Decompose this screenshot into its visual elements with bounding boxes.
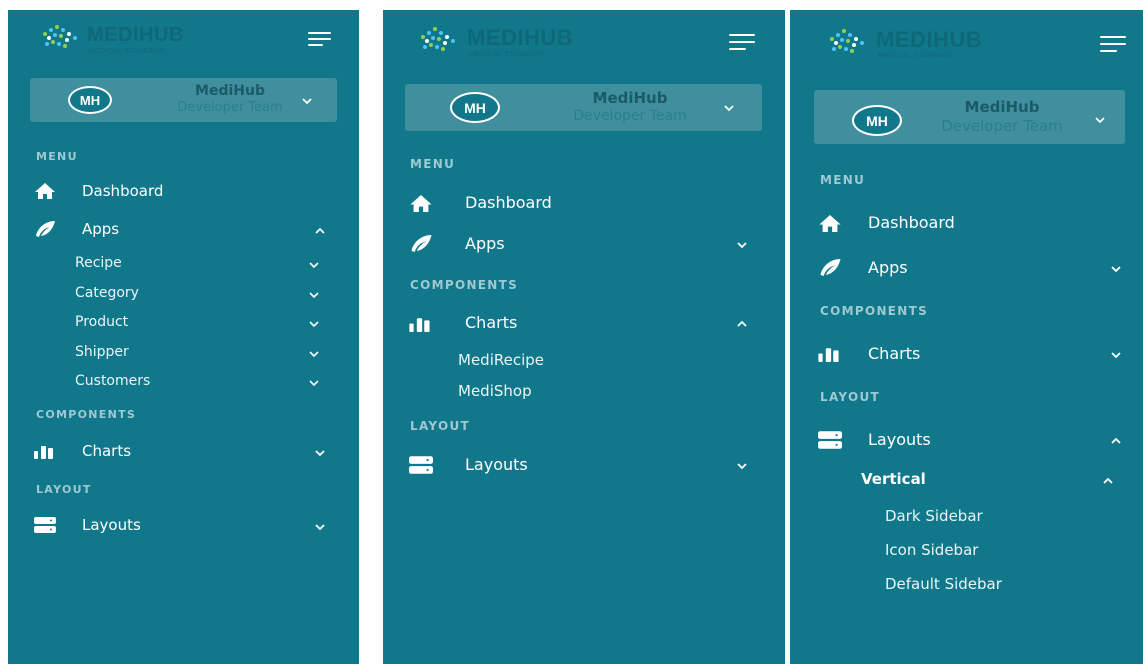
brand-name: MEDIHUB — [876, 27, 983, 52]
user-profile-dropdown[interactable]: MH MediHub Developer Team — [814, 90, 1125, 144]
section-layout: LAYOUT — [36, 483, 92, 496]
nav-dashboard[interactable]: Dashboard — [868, 213, 955, 232]
section-menu: MENU — [410, 157, 456, 171]
nav-vertical-default-sidebar[interactable]: Default Sidebar — [885, 575, 1002, 593]
sidebar-panel-3: MEDIHUB MEDICAL STANDARD MH MediHub Deve… — [790, 10, 1143, 664]
chevron-down-icon[interactable] — [309, 292, 319, 298]
nav-apps[interactable]: Apps — [868, 258, 908, 277]
hamburger-icon[interactable] — [308, 32, 331, 47]
nav-apps-shipper[interactable]: Shipper — [75, 344, 129, 360]
server-icon — [34, 517, 56, 533]
section-menu: MENU — [36, 150, 78, 163]
section-layout: LAYOUT — [820, 390, 880, 404]
chevron-down-icon[interactable] — [309, 351, 319, 357]
chevron-down-icon — [1095, 117, 1105, 123]
hamburger-icon[interactable] — [729, 34, 755, 50]
nav-dashboard[interactable]: Dashboard — [465, 193, 552, 212]
home-icon — [819, 215, 841, 232]
feather-icon — [820, 259, 841, 276]
section-components: COMPONENTS — [410, 278, 519, 292]
nav-apps-customers[interactable]: Customers — [75, 373, 150, 389]
user-profile-dropdown[interactable]: MH MediHub Developer Team — [405, 84, 762, 131]
nav-charts-medirecipe[interactable]: MediRecipe — [458, 351, 544, 369]
user-team: Developer Team — [941, 117, 1063, 135]
nav-charts-medishop[interactable]: MediShop — [458, 382, 532, 400]
chevron-up-icon[interactable] — [1111, 438, 1121, 444]
nav-charts[interactable]: Charts — [868, 344, 920, 363]
brand-tagline: MEDICAL STANDARD — [89, 48, 165, 55]
logo-mark-icon — [419, 26, 463, 54]
chevron-down-icon[interactable] — [737, 242, 747, 248]
server-icon — [409, 456, 433, 474]
avatar: MH — [450, 92, 500, 123]
feather-icon — [36, 221, 55, 237]
home-icon — [35, 183, 55, 199]
user-name: MediHub — [592, 89, 668, 107]
nav-apps-product[interactable]: Product — [75, 314, 128, 330]
logo-mark-icon — [41, 24, 83, 50]
nav-apps[interactable]: Apps — [465, 234, 505, 253]
nav-layouts[interactable]: Layouts — [868, 430, 931, 449]
section-menu: MENU — [820, 173, 866, 187]
bar-chart-icon — [34, 446, 53, 459]
chevron-down-icon[interactable] — [315, 450, 325, 456]
chevron-up-icon[interactable] — [737, 321, 747, 327]
bar-chart-icon — [818, 348, 839, 362]
hamburger-icon[interactable] — [1100, 36, 1126, 52]
section-layout: LAYOUT — [410, 419, 470, 433]
brand-name: MEDIHUB — [467, 25, 574, 50]
section-components: COMPONENTS — [36, 408, 137, 421]
brand-logo[interactable]: MEDIHUB MEDICAL STANDARD — [419, 24, 589, 60]
chevron-down-icon[interactable] — [309, 321, 319, 327]
nav-apps-category[interactable]: Category — [75, 285, 139, 301]
logo-mark-icon — [828, 28, 872, 56]
sidebar-panel-2: MEDIHUB MEDICAL STANDARD MH MediHub Deve… — [383, 10, 785, 664]
user-team: Developer Team — [573, 108, 687, 124]
nav-dashboard[interactable]: Dashboard — [82, 182, 163, 200]
chevron-down-icon[interactable] — [315, 524, 325, 530]
brand-tagline: MEDICAL STANDARD — [469, 51, 545, 58]
brand-name: MEDIHUB — [87, 24, 184, 46]
chevron-down-icon[interactable] — [309, 262, 319, 268]
user-team: Developer Team — [177, 100, 283, 115]
chevron-down-icon[interactable] — [309, 380, 319, 386]
chevron-down-icon — [724, 105, 734, 111]
nav-layouts-vertical[interactable]: Vertical — [861, 470, 926, 488]
chevron-down-icon[interactable] — [737, 463, 747, 469]
nav-charts[interactable]: Charts — [82, 442, 131, 460]
brand-logo[interactable]: MEDIHUB MEDICAL STANDARD — [41, 22, 201, 56]
chevron-down-icon[interactable] — [1111, 266, 1121, 272]
brand-logo[interactable]: MEDIHUB MEDICAL STANDARD — [828, 26, 998, 62]
avatar: MH — [68, 86, 112, 114]
sidebar-panel-1: MEDIHUB MEDICAL STANDARD MH MediHub Deve… — [8, 10, 359, 664]
nav-charts[interactable]: Charts — [465, 313, 517, 332]
nav-vertical-dark-sidebar[interactable]: Dark Sidebar — [885, 507, 983, 525]
nav-layouts[interactable]: Layouts — [82, 516, 141, 534]
feather-icon — [411, 235, 432, 252]
server-icon — [818, 431, 842, 449]
home-icon — [410, 195, 432, 212]
chevron-down-icon[interactable] — [1111, 352, 1121, 358]
chevron-down-icon — [302, 98, 312, 104]
brand-tagline: MEDICAL STANDARD — [878, 53, 954, 60]
bar-chart-icon — [409, 318, 430, 332]
avatar: MH — [852, 105, 902, 136]
user-name: MediHub — [195, 83, 265, 99]
nav-vertical-icon-sidebar[interactable]: Icon Sidebar — [885, 541, 978, 559]
chevron-up-icon[interactable] — [1103, 478, 1113, 484]
nav-apps[interactable]: Apps — [82, 220, 119, 238]
nav-apps-recipe[interactable]: Recipe — [75, 255, 122, 271]
user-profile-dropdown[interactable]: MH MediHub Developer Team — [30, 78, 337, 122]
section-components: COMPONENTS — [820, 304, 929, 318]
nav-layouts[interactable]: Layouts — [465, 455, 528, 474]
chevron-up-icon[interactable] — [315, 228, 325, 234]
user-name: MediHub — [964, 98, 1040, 116]
